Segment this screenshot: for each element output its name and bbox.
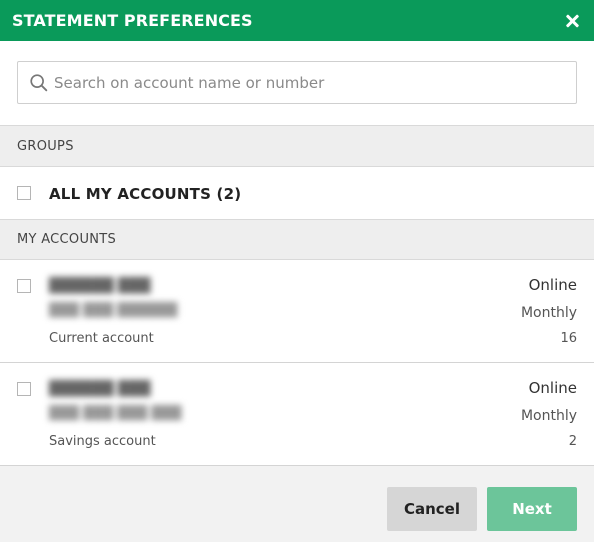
- account-checkbox[interactable]: [17, 382, 31, 396]
- groups-section-header: GROUPS: [0, 125, 594, 167]
- close-icon[interactable]: [564, 13, 580, 29]
- account-row[interactable]: ██████ ███ ███ ███ ██████ Current accoun…: [0, 260, 594, 363]
- account-checkbox[interactable]: [17, 279, 31, 293]
- all-accounts-label: ALL MY ACCOUNTS (2): [49, 185, 242, 203]
- account-name-redacted: ██████ ███: [49, 381, 151, 397]
- account-number-redacted: ███ ███ ███ ███: [49, 406, 182, 421]
- account-frequency: Monthly: [520, 408, 577, 424]
- dialog-header: STATEMENT PREFERENCES: [0, 0, 594, 41]
- account-type: Savings account: [49, 434, 156, 449]
- account-row[interactable]: ██████ ███ ███ ███ ███ ███ Savings accou…: [0, 363, 594, 466]
- search-icon: [30, 73, 48, 91]
- cancel-button[interactable]: Cancel: [387, 487, 477, 531]
- account-name-redacted: ██████ ███: [49, 278, 151, 294]
- dialog-footer: Cancel Next: [0, 466, 594, 542]
- account-statement-count: 16: [560, 331, 577, 346]
- group-row-all-accounts[interactable]: ALL MY ACCOUNTS (2): [0, 167, 594, 219]
- dialog-title: STATEMENT PREFERENCES: [12, 11, 253, 30]
- all-accounts-checkbox[interactable]: [17, 186, 31, 200]
- accounts-header-label: MY ACCOUNTS: [17, 232, 117, 247]
- groups-header-label: GROUPS: [17, 138, 74, 154]
- account-statement-count: 2: [568, 434, 577, 449]
- account-delivery: Online: [528, 379, 577, 397]
- search-input[interactable]: [54, 62, 576, 103]
- account-frequency: Monthly: [520, 305, 577, 321]
- next-button[interactable]: Next: [487, 487, 577, 531]
- account-number-redacted: ███ ███ ██████: [49, 303, 178, 318]
- accounts-section-header: MY ACCOUNTS: [0, 219, 594, 260]
- account-delivery: Online: [528, 276, 577, 294]
- account-type: Current account: [49, 331, 154, 346]
- search-box[interactable]: [17, 61, 577, 104]
